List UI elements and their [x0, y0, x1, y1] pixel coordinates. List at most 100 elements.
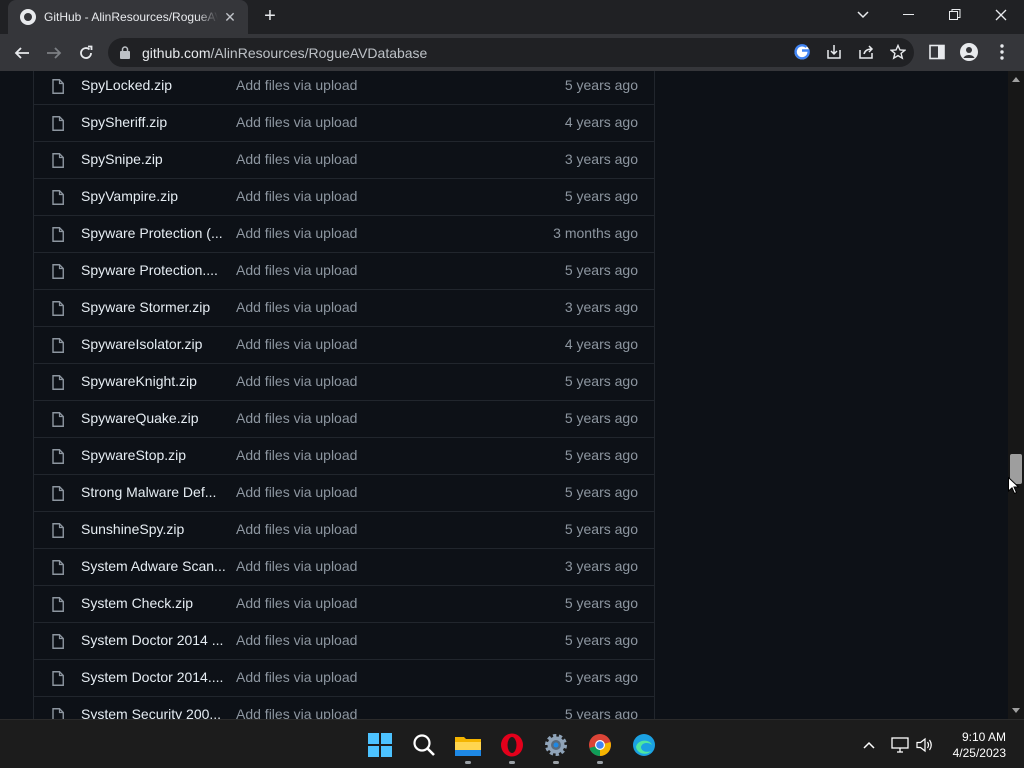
file-name-link[interactable]: System Doctor 2014 ...: [81, 632, 231, 648]
network-icon[interactable]: [889, 734, 911, 756]
commit-message-link[interactable]: Add files via upload: [236, 484, 357, 500]
file-name-link[interactable]: System Check.zip: [81, 595, 231, 611]
file-name-link[interactable]: SpySnipe.zip: [81, 151, 231, 167]
windows-start-icon[interactable]: [364, 729, 396, 761]
file-row[interactable]: System Check.zip Add files via upload 5 …: [34, 585, 654, 622]
file-icon: [52, 338, 64, 358]
file-row[interactable]: SpywareStop.zip Add files via upload 5 y…: [34, 437, 654, 474]
file-name-link[interactable]: SpySheriff.zip: [81, 114, 231, 130]
share-icon[interactable]: [856, 42, 876, 62]
scroll-up-arrow-icon[interactable]: [1012, 77, 1020, 82]
browser-toolbar: github.com/AlinResources/RogueAVDatabase: [0, 34, 1024, 71]
file-name-link[interactable]: SpywareQuake.zip: [81, 410, 231, 426]
side-panel-icon[interactable]: [927, 42, 947, 62]
commit-message-link[interactable]: Add files via upload: [236, 595, 357, 611]
file-row[interactable]: System Security 200... Add files via upl…: [34, 696, 654, 719]
file-name-link[interactable]: SpyLocked.zip: [81, 77, 231, 93]
file-name-link[interactable]: Strong Malware Def...: [81, 484, 231, 500]
commit-message-link[interactable]: Add files via upload: [236, 114, 357, 130]
file-name-link[interactable]: System Security 200...: [81, 706, 231, 719]
file-row[interactable]: SpywareKnight.zip Add files via upload 5…: [34, 363, 654, 400]
tab-close-icon[interactable]: ✕: [222, 9, 238, 26]
page-scrollbar[interactable]: [1008, 71, 1024, 719]
running-indicator: [509, 761, 515, 764]
file-row[interactable]: System Doctor 2014.... Add files via upl…: [34, 659, 654, 696]
commit-message-link[interactable]: Add files via upload: [236, 336, 357, 352]
search-icon[interactable]: [408, 729, 440, 761]
commit-message-link[interactable]: Add files via upload: [236, 225, 357, 241]
file-name-link[interactable]: SpywareIsolator.zip: [81, 336, 231, 352]
file-row[interactable]: SpyLocked.zip Add files via upload 5 yea…: [34, 71, 654, 104]
file-row[interactable]: System Adware Scan... Add files via uplo…: [34, 548, 654, 585]
settings-icon[interactable]: [540, 729, 572, 764]
commit-message-link[interactable]: Add files via upload: [236, 151, 357, 167]
commit-message-link[interactable]: Add files via upload: [236, 521, 357, 537]
file-icon: [52, 449, 64, 469]
tab-search-chevron-icon[interactable]: [840, 0, 886, 30]
file-row[interactable]: Strong Malware Def... Add files via uplo…: [34, 474, 654, 511]
commit-message-link[interactable]: Add files via upload: [236, 558, 357, 574]
commit-message-link[interactable]: Add files via upload: [236, 373, 357, 389]
commit-age: 5 years ago: [564, 373, 638, 389]
system-clock[interactable]: 9:10 AM 4/25/2023: [953, 729, 1006, 761]
running-indicator: [597, 761, 603, 764]
file-row[interactable]: SunshineSpy.zip Add files via upload 5 y…: [34, 511, 654, 548]
file-name-link[interactable]: Spyware Protection (...: [81, 225, 231, 241]
bookmark-star-icon[interactable]: [888, 42, 908, 62]
new-tab-button[interactable]: +: [258, 5, 282, 29]
edge-icon[interactable]: [628, 729, 660, 761]
file-name-link[interactable]: System Adware Scan...: [81, 558, 231, 574]
file-row[interactable]: SpySnipe.zip Add files via upload 3 year…: [34, 141, 654, 178]
commit-message-link[interactable]: Add files via upload: [236, 669, 357, 685]
commit-message-link[interactable]: Add files via upload: [236, 447, 357, 463]
file-row[interactable]: Spyware Protection.... Add files via upl…: [34, 252, 654, 289]
reload-button[interactable]: [72, 39, 100, 67]
file-name-link[interactable]: SunshineSpy.zip: [81, 521, 231, 537]
file-name-link[interactable]: Spyware Stormer.zip: [81, 299, 231, 315]
lock-icon[interactable]: [120, 46, 130, 64]
file-name-link[interactable]: SpywareStop.zip: [81, 447, 231, 463]
commit-message-link[interactable]: Add files via upload: [236, 706, 357, 719]
google-lens-icon[interactable]: [792, 42, 812, 62]
show-hidden-icons-chevron-icon[interactable]: [858, 734, 880, 756]
file-explorer-icon[interactable]: [452, 729, 484, 764]
close-window-button[interactable]: [978, 0, 1024, 30]
address-bar[interactable]: github.com/AlinResources/RogueAVDatabase: [108, 38, 914, 67]
file-name-link[interactable]: SpyVampire.zip: [81, 188, 231, 204]
file-row[interactable]: SpySheriff.zip Add files via upload 4 ye…: [34, 104, 654, 141]
chrome-icon[interactable]: [584, 729, 616, 764]
file-row[interactable]: System Doctor 2014 ... Add files via upl…: [34, 622, 654, 659]
browser-menu-icon[interactable]: [992, 42, 1012, 62]
back-button[interactable]: [8, 39, 36, 67]
commit-message-link[interactable]: Add files via upload: [236, 77, 357, 93]
file-name-link[interactable]: System Doctor 2014....: [81, 669, 231, 685]
file-row[interactable]: Spyware Protection (... Add files via up…: [34, 215, 654, 252]
file-name-link[interactable]: Spyware Protection....: [81, 262, 231, 278]
opera-icon[interactable]: [496, 729, 528, 764]
browser-tab[interactable]: GitHub - AlinResources/RogueAV ✕: [8, 0, 248, 34]
commit-message-link[interactable]: Add files via upload: [236, 299, 357, 315]
commit-message-link[interactable]: Add files via upload: [236, 410, 357, 426]
commit-message-link[interactable]: Add files via upload: [236, 262, 357, 278]
commit-age: 5 years ago: [564, 262, 638, 278]
profile-avatar-icon[interactable]: [959, 42, 979, 62]
file-name-link[interactable]: SpywareKnight.zip: [81, 373, 231, 389]
forward-button[interactable]: [40, 39, 68, 67]
scroll-down-arrow-icon[interactable]: [1012, 708, 1020, 713]
commit-message-link[interactable]: Add files via upload: [236, 188, 357, 204]
running-indicator: [553, 761, 559, 764]
minimize-button[interactable]: [886, 0, 932, 30]
install-app-icon[interactable]: [824, 42, 844, 62]
file-row[interactable]: Spyware Stormer.zip Add files via upload…: [34, 289, 654, 326]
commit-message-link[interactable]: Add files via upload: [236, 632, 357, 648]
commit-age: 3 months ago: [553, 225, 638, 241]
file-row[interactable]: SpyVampire.zip Add files via upload 5 ye…: [34, 178, 654, 215]
file-list: SpyLocked.zip Add files via upload 5 yea…: [33, 71, 655, 719]
tab-strip: GitHub - AlinResources/RogueAV ✕ +: [0, 0, 1024, 34]
commit-age: 5 years ago: [564, 484, 638, 500]
file-row[interactable]: SpywareQuake.zip Add files via upload 5 …: [34, 400, 654, 437]
volume-icon[interactable]: [914, 734, 936, 756]
file-icon: [52, 708, 64, 719]
file-row[interactable]: SpywareIsolator.zip Add files via upload…: [34, 326, 654, 363]
restore-button[interactable]: [932, 0, 978, 30]
